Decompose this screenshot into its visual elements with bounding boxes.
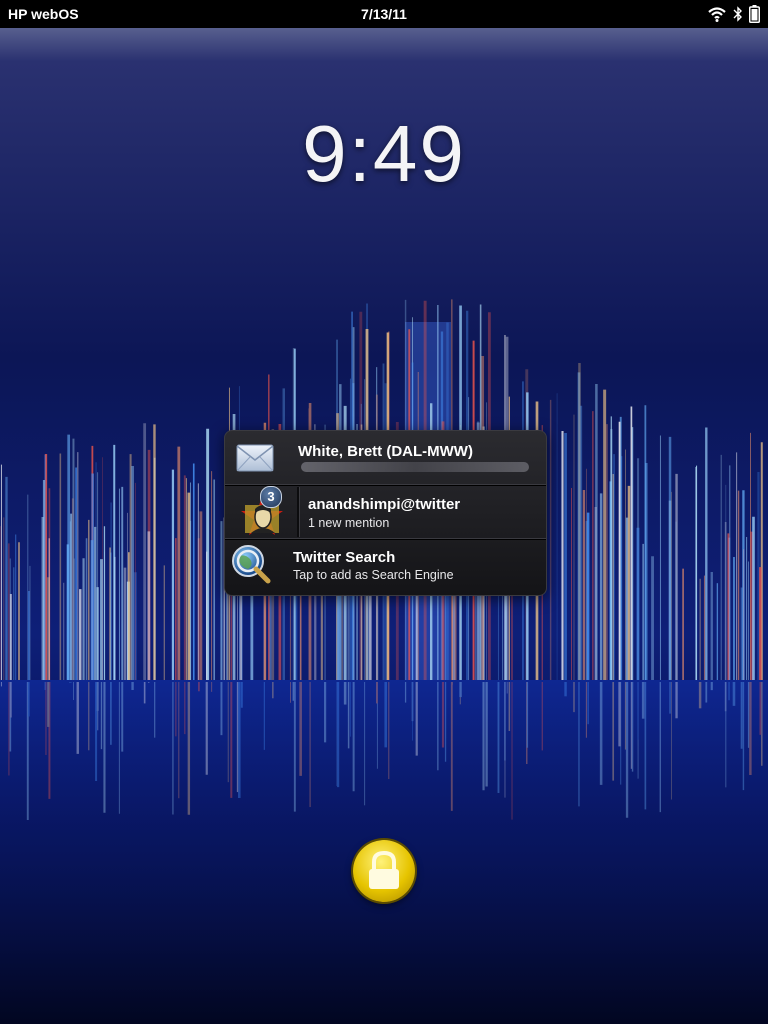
notification-email[interactable]: White, Brett (DAL-MWW)	[225, 431, 546, 486]
notification-dashboard: White, Brett (DAL-MWW) 3 anandshimpi@twi…	[224, 430, 547, 596]
envelope-icon	[236, 444, 274, 472]
lockscreen-clock: 9:49	[302, 109, 466, 198]
obscured-message-preview	[301, 462, 529, 472]
status-icons	[707, 4, 760, 24]
battery-icon	[749, 5, 760, 23]
notification-title: White, Brett (DAL-MWW)	[298, 443, 473, 460]
notification-subtitle: Tap to add as Search Engine	[293, 568, 454, 582]
search-globe-icon	[232, 545, 271, 584]
unlock-button[interactable]	[353, 840, 415, 902]
notification-twitter-search[interactable]: Twitter Search Tap to add as Search Engi…	[225, 539, 546, 594]
notification-title: anandshimpi@twitter	[308, 496, 461, 513]
unread-count-badge: 3	[260, 486, 282, 508]
divider	[297, 487, 300, 537]
padlock-icon	[369, 850, 399, 889]
notification-twitter[interactable]: 3 anandshimpi@twitter 1 new mention	[225, 485, 546, 540]
notification-subtitle: 1 new mention	[308, 516, 390, 530]
bluetooth-icon	[733, 6, 742, 22]
notification-title: Twitter Search	[293, 549, 396, 566]
status-date: 7/13/11	[361, 6, 407, 22]
wifi-icon	[708, 7, 726, 22]
status-bar: HP webOS 7/13/11	[0, 0, 768, 28]
